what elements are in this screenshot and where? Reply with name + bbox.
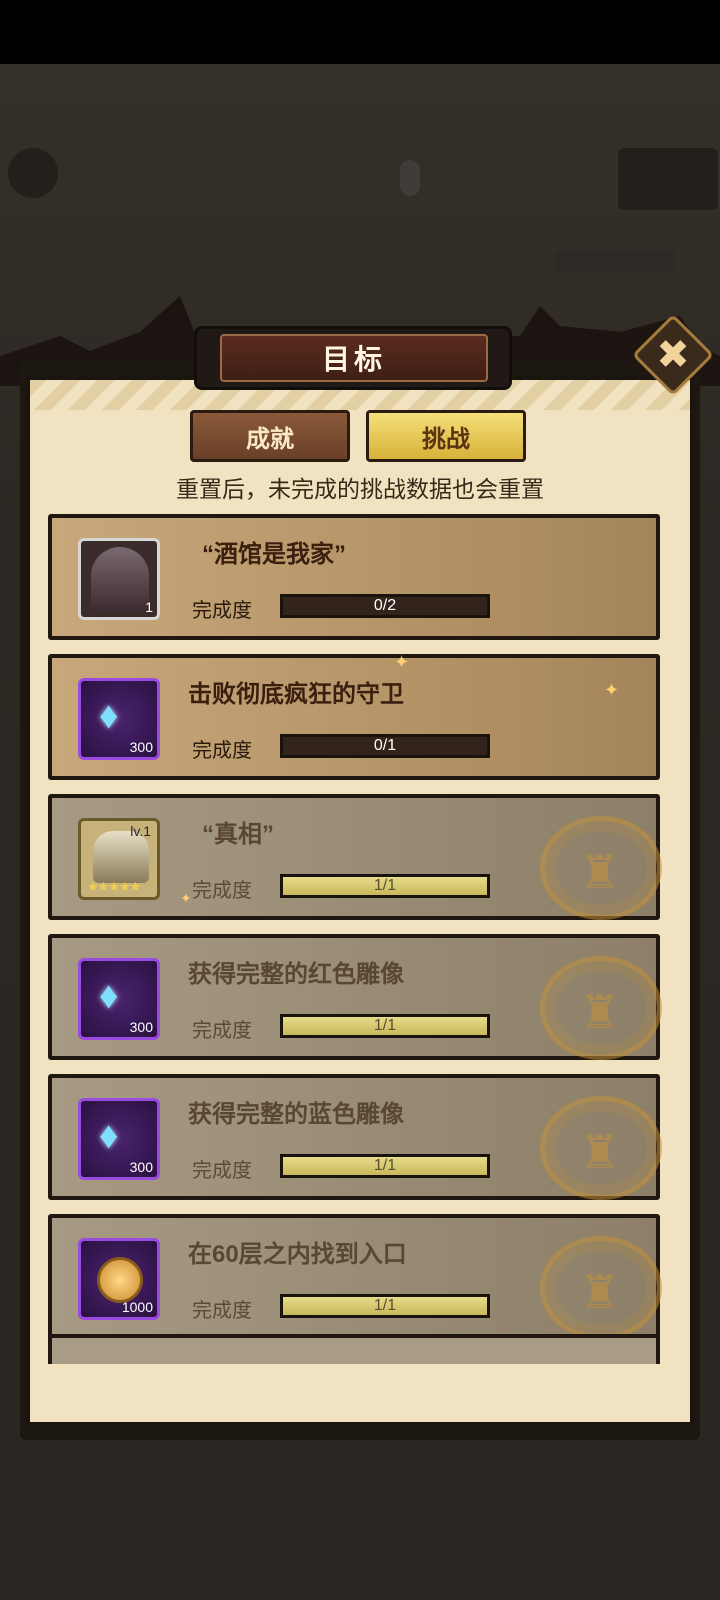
- progress-bar: 1/1: [280, 1014, 490, 1038]
- background-hud-indicator: [400, 160, 420, 196]
- character-portrait-icon: [91, 547, 149, 613]
- challenge-title: 获得完整的红色雕像: [188, 961, 404, 988]
- progress-bar: 0/2: [280, 594, 490, 618]
- diamond-icon: ♦: [99, 1115, 119, 1157]
- progress-label: 完成度: [192, 880, 252, 902]
- challenge-card-partial[interactable]: [48, 1334, 660, 1364]
- sparkle-icon: ✦: [604, 680, 620, 700]
- challenge-card[interactable]: 1 “酒馆是我家” 完成度 0/2: [48, 514, 660, 640]
- tab-achievements[interactable]: 成就: [190, 410, 350, 462]
- reset-notice: 重置后，未完成的挑战数据也会重置: [176, 476, 544, 502]
- completed-seal-icon: [540, 1096, 662, 1200]
- tab-challenges[interactable]: 挑战: [366, 410, 526, 462]
- challenge-title: 在60层之内找到入口: [188, 1241, 407, 1268]
- reward-count: 1: [145, 599, 153, 615]
- sparkle-icon: ✦: [180, 890, 192, 906]
- reward-icon-frame: ♦ 300: [78, 958, 160, 1040]
- completed-seal-icon: [540, 956, 662, 1060]
- reward-stars: ★★★★★: [87, 879, 141, 894]
- challenge-title: 击败彻底疯狂的守卫: [188, 681, 404, 708]
- close-icon[interactable]: ✖: [644, 326, 702, 384]
- dialog-title: 目标: [321, 344, 386, 375]
- progress-bar: 1/1: [280, 1294, 490, 1318]
- reward-count: 300: [129, 739, 153, 755]
- progress-bar: 0/1: [280, 734, 490, 758]
- reward-icon-frame: 1: [78, 538, 160, 620]
- challenge-title: “真相”: [202, 821, 274, 848]
- title-plate-inner: 目标: [220, 334, 488, 382]
- challenge-card[interactable]: lv.1 ★★★★★ “真相” 完成度 1/1: [48, 794, 662, 920]
- challenge-card[interactable]: ♦ 300 获得完整的蓝色雕像 完成度 1/1: [48, 1074, 662, 1200]
- challenge-title: “酒馆是我家”: [202, 541, 346, 568]
- sparkle-icon: ✦: [394, 652, 410, 672]
- progress-text: 1/1: [373, 877, 397, 894]
- reward-count: 1000: [121, 1299, 153, 1315]
- challenge-card[interactable]: 1000 在60层之内找到入口 完成度 1/1: [48, 1214, 662, 1340]
- completed-seal-icon: [540, 1236, 662, 1340]
- progress-text: 0/1: [373, 737, 397, 754]
- challenge-title: 获得完整的蓝色雕像: [188, 1101, 404, 1128]
- gold-coin-icon: [97, 1257, 143, 1303]
- background-hud-text: [555, 250, 675, 274]
- progress-label: 完成度: [192, 1160, 252, 1182]
- progress-label: 完成度: [192, 740, 252, 762]
- progress-text: 1/1: [373, 1297, 397, 1314]
- diamond-icon: ♦: [99, 695, 119, 737]
- progress-label: 完成度: [192, 1020, 252, 1042]
- diamond-icon: ♦: [99, 975, 119, 1017]
- reward-icon-frame: ♦ 300: [78, 678, 160, 760]
- completed-seal-icon: [540, 816, 662, 920]
- reward-count: 300: [129, 1159, 153, 1175]
- background-hud-button: [8, 148, 58, 198]
- reward-icon-frame: 1000: [78, 1238, 160, 1320]
- challenge-card[interactable]: ♦ 300 获得完整的红色雕像 完成度 1/1: [48, 934, 662, 1060]
- progress-label: 完成度: [192, 600, 252, 622]
- progress-bar: 1/1: [280, 874, 490, 898]
- progress-bar: 1/1: [280, 1154, 490, 1178]
- progress-text: 1/1: [373, 1157, 397, 1174]
- reward-level: lv.1: [130, 823, 151, 839]
- reward-count: 300: [129, 1019, 153, 1035]
- progress-label: 完成度: [192, 1300, 252, 1322]
- challenge-card[interactable]: ♦ 300 击败彻底疯狂的守卫 完成度 0/1: [48, 654, 660, 780]
- background-hud-panel: [618, 148, 718, 210]
- reward-icon-frame: lv.1 ★★★★★: [78, 818, 160, 900]
- progress-text: 0/2: [373, 597, 397, 614]
- status-bar: [0, 0, 720, 64]
- reward-icon-frame: ♦ 300: [78, 1098, 160, 1180]
- progress-text: 1/1: [373, 1017, 397, 1034]
